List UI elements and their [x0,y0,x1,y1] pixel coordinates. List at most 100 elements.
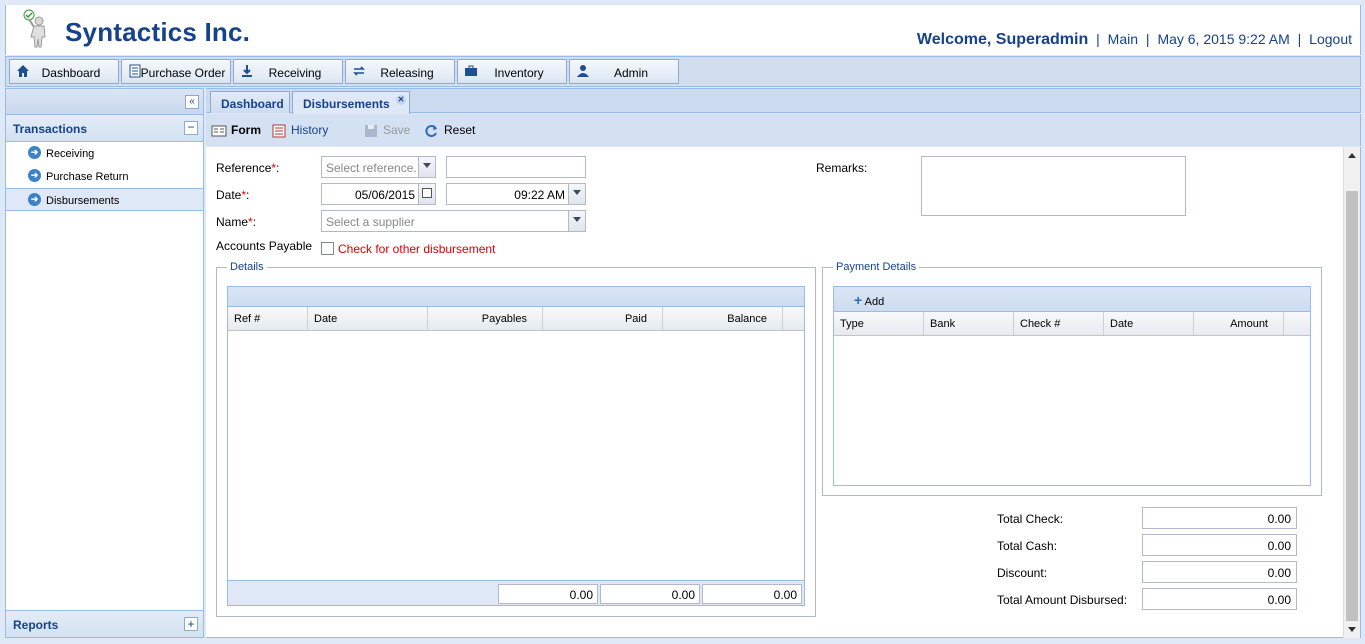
tab-bar: Dashboard Disbursements ✕ [206,88,1361,114]
nav-purchase-order-button[interactable]: Purchase Order [121,59,231,84]
form-button[interactable]: Form [211,123,261,138]
history-button[interactable]: History [271,123,328,138]
nav-admin-button[interactable]: Admin [569,59,679,84]
add-label: Add [864,296,885,308]
plus-icon[interactable]: + [184,617,198,631]
date-value: 05/06/2015 [354,188,415,202]
calendar-icon[interactable] [418,184,435,204]
nav-receiving-button[interactable]: Receiving [233,59,343,84]
chevron-down-icon[interactable] [418,157,435,177]
collapse-sidebar-button[interactable]: « [185,95,199,109]
tab-dashboard[interactable]: Dashboard [210,91,290,113]
reference-number-field[interactable] [446,156,586,178]
scroll-thumb[interactable] [1346,191,1358,621]
column-header-paid[interactable]: Paid [543,307,663,330]
column-header-balance[interactable]: Balance [663,307,783,330]
payment-details-fieldset: Payment Details + Add Type Bank Check # … [822,261,1322,496]
column-header-date[interactable]: Date [308,307,428,330]
transactions-section-header[interactable]: Transactions − [6,115,203,142]
save-button[interactable]: Save [363,123,410,138]
balance-total: 0.00 [702,584,802,604]
minus-icon[interactable]: − [184,121,198,135]
column-header-ref[interactable]: Ref # [228,307,308,330]
grid-header: Ref # Date Payables Paid Balance [228,307,804,331]
nav-label: Receiving [268,66,322,80]
sidebar-item-purchase-return[interactable]: ➜ Purchase Return [6,165,203,188]
scroll-up-icon[interactable] [1348,153,1356,158]
supplier-combo[interactable]: Select a supplier [321,210,586,232]
total-disbursed-field: 0.00 [1142,588,1297,610]
details-grid: Ref # Date Payables Paid Balance 0.00 0.… [227,286,805,606]
logo-icon [23,9,46,48]
reset-button[interactable]: Reset [424,123,475,138]
sidebar-header: « [6,89,203,115]
nav-label: Releasing [380,66,434,80]
total-check-field: 0.00 [1142,507,1297,529]
arrow-right-icon: ➜ [28,146,41,159]
app-header: Syntactics Inc. Welcome, Superadmin | Ma… [5,5,1361,55]
scroll-down-icon[interactable] [1348,627,1356,632]
nav-label: Inventory [494,66,544,80]
payables-total: 0.00 [498,584,598,604]
section-title: Reports [13,618,59,632]
main-link[interactable]: Main [1108,31,1138,47]
accounts-payable-label: Accounts Payable [216,239,313,253]
save-label: Save [383,123,411,137]
save-icon [365,124,377,137]
column-header-type[interactable]: Type [834,312,924,335]
sidebar: « Transactions − ➜ Receiving ➜ Purchase … [5,88,204,638]
discount-label: Discount: [997,566,1048,580]
other-disbursement-checkbox[interactable] [321,242,334,255]
nav-inventory-button[interactable]: Inventory [457,59,567,84]
name-label: Name*: [216,215,257,229]
sidebar-item-label: Receiving [46,148,95,160]
total-cash-label: Total Cash: [997,539,1058,553]
close-icon[interactable]: ✕ [396,95,406,105]
nav-releasing-button[interactable]: Releasing [345,59,455,84]
logout-link[interactable]: Logout [1309,31,1352,47]
arrow-right-icon: ➜ [28,193,41,206]
paid-total: 0.00 [600,584,700,604]
time-field[interactable]: 09:22 AM [446,183,586,205]
reset-label: Reset [444,123,476,137]
details-fieldset: Details Ref # Date Payables Paid Balance… [216,261,816,617]
total-cash-field: 0.00 [1142,534,1297,556]
details-legend: Details [227,261,267,273]
welcome-text: Welcome, Superadmin [916,31,1089,48]
chevron-down-icon[interactable] [568,184,585,204]
nav-dashboard-button[interactable]: Dashboard [9,59,119,84]
vertical-scrollbar[interactable] [1343,147,1360,638]
reference-label: Reference*: [216,161,280,175]
column-header-bank[interactable]: Bank [924,312,1014,335]
form-label: Form [231,123,261,137]
details-summary: 0.00 0.00 0.00 [228,580,804,605]
history-label: History [291,123,329,137]
add-payment-button[interactable]: + Add [854,292,884,308]
reference-combo[interactable]: Select reference. [321,156,436,178]
arrow-right-icon: ➜ [28,169,41,182]
main-nav: Dashboard Purchase Order Receiving Relea… [5,56,1361,87]
column-header-check[interactable]: Check # [1014,312,1104,335]
nav-label: Admin [613,66,648,80]
discount-field[interactable]: 0.00 [1142,561,1297,583]
tab-disbursements[interactable]: Disbursements ✕ [292,91,410,114]
remarks-label: Remarks: [816,161,868,175]
welcome-bar: Welcome, Superadmin | Main | May 6, 2015… [916,31,1352,48]
other-disbursement-label: Check for other disbursement [338,242,496,256]
time-value: 09:22 AM [514,188,565,202]
sidebar-item-receiving[interactable]: ➜ Receiving [6,142,203,165]
column-header-amount[interactable]: Amount [1194,312,1284,335]
sidebar-item-disbursements[interactable]: ➜ Disbursements [6,188,203,211]
remarks-textarea[interactable] [921,156,1186,216]
history-icon [272,124,286,138]
payment-grid-header: Type Bank Check # Date Amount [834,312,1310,336]
supplier-placeholder: Select a supplier [326,215,415,229]
total-check-label: Total Check: [997,512,1064,526]
grid-toolbar [228,287,804,307]
reports-section-header[interactable]: Reports + [6,610,203,637]
chevron-down-icon[interactable] [568,211,585,231]
payment-grid-toolbar: + Add [834,287,1310,312]
column-header-payables[interactable]: Payables [428,307,543,330]
column-header-date[interactable]: Date [1104,312,1194,335]
date-field[interactable]: 05/06/2015 [321,183,436,205]
